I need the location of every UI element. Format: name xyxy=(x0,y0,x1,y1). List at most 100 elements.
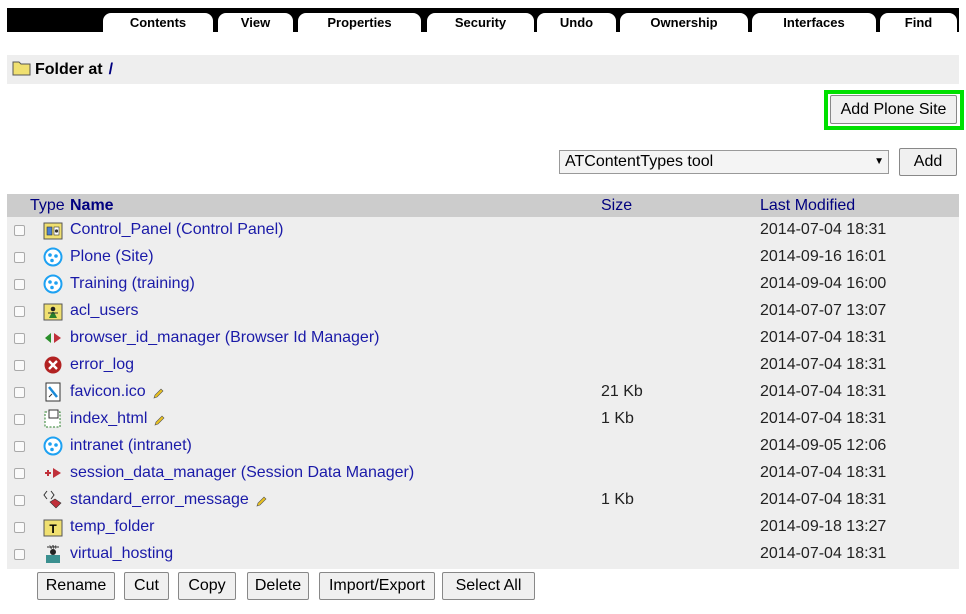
rename-button[interactable]: Rename xyxy=(37,572,115,600)
item-name-link[interactable]: index_html xyxy=(70,410,165,432)
item-name-text: favicon.ico xyxy=(70,383,146,400)
item-name-text: Training (training) xyxy=(70,275,195,292)
item-checkbox[interactable] xyxy=(14,387,25,398)
list-item: Training (training) 2014-09-04 16:00 xyxy=(7,271,959,298)
item-last-modified: 2014-09-18 13:27 xyxy=(760,518,887,535)
item-last-modified: 2014-07-04 18:31 xyxy=(760,410,887,427)
list-item: acl_users 2014-07-07 13:07 xyxy=(7,298,959,325)
item-last-modified: 2014-07-04 18:31 xyxy=(760,491,887,508)
item-name-link[interactable]: error_log xyxy=(70,356,134,374)
svg-text:VH: VH xyxy=(50,545,57,551)
list-item: favicon.ico 21 Kb 2014-07-04 18:31 xyxy=(7,379,959,406)
item-name-link[interactable]: Plone (Site) xyxy=(70,248,154,266)
plone-site-icon[interactable] xyxy=(43,274,63,294)
list-item: intranet (intranet) 2014-09-05 12:06 xyxy=(7,433,959,460)
list-item: standard_error_message 1 Kb 2014-07-04 18:… xyxy=(7,487,959,514)
item-name-link[interactable]: standard_error_message xyxy=(70,491,267,513)
plone-site-icon[interactable] xyxy=(43,247,63,267)
virtual-host-icon[interactable]: VH xyxy=(43,544,63,564)
edit-pencil-icon[interactable] xyxy=(152,387,164,405)
item-checkbox[interactable] xyxy=(14,441,25,452)
folder-path-link[interactable]: / xyxy=(109,61,113,78)
folder-label: Folder at xyxy=(35,61,103,78)
action-bar: Rename Cut Copy Delete Import/Export Select A… xyxy=(7,569,959,609)
tab-view[interactable]: View xyxy=(218,13,293,32)
item-last-modified: 2014-09-16 16:01 xyxy=(760,248,887,265)
item-checkbox[interactable] xyxy=(14,279,25,290)
list-item: Ttemp_folder 2014-09-18 13:27 xyxy=(7,514,959,541)
item-checkbox[interactable] xyxy=(14,468,25,479)
item-checkbox[interactable] xyxy=(14,495,25,506)
delete-button[interactable]: Delete xyxy=(247,572,309,600)
item-name-link[interactable]: favicon.ico xyxy=(70,383,164,405)
dtml-method-icon[interactable] xyxy=(43,490,63,510)
folder-title-bar: Folder at / xyxy=(7,55,959,84)
tab-security[interactable]: Security xyxy=(427,13,534,32)
item-last-modified: 2014-09-04 16:00 xyxy=(760,275,887,292)
page-title: Folder at / xyxy=(35,61,113,79)
item-name-text: index_html xyxy=(70,410,148,427)
item-name-link[interactable]: Training (training) xyxy=(70,275,195,293)
error-log-icon[interactable] xyxy=(43,355,63,375)
tab-undo[interactable]: Undo xyxy=(537,13,616,32)
item-last-modified: 2014-07-04 18:31 xyxy=(760,464,887,481)
item-checkbox[interactable] xyxy=(14,549,25,560)
cut-button[interactable]: Cut xyxy=(124,572,169,600)
browser-id-icon[interactable] xyxy=(43,328,63,348)
list-item: session_data_manager (Session Data Manag… xyxy=(7,460,959,487)
add-type-select[interactable]: ATContentTypes tool ▼ xyxy=(559,150,889,174)
edit-pencil-icon[interactable] xyxy=(153,414,165,432)
modified-column-header[interactable]: Last Modified xyxy=(760,197,855,215)
item-checkbox[interactable] xyxy=(14,360,25,371)
page-template-icon[interactable] xyxy=(43,409,63,429)
tab-find[interactable]: Find xyxy=(880,13,957,32)
item-name-link[interactable]: session_data_manager (Session Data Manag… xyxy=(70,464,414,482)
tab-contents[interactable]: Contents xyxy=(103,13,213,32)
import-export-button[interactable]: Import/Export xyxy=(319,572,435,600)
item-name-text: temp_folder xyxy=(70,518,155,535)
svg-text:T: T xyxy=(49,522,57,536)
folder-icon xyxy=(12,60,32,81)
type-column-header[interactable]: Type xyxy=(30,197,65,215)
item-name-link[interactable]: browser_id_manager (Browser Id Manager) xyxy=(70,329,379,347)
item-name-text: Control_Panel (Control Panel) xyxy=(70,221,284,238)
add-plone-site-button[interactable]: Add Plone Site xyxy=(830,95,957,124)
list-item: Control_Panel (Control Panel) 2014-07-04 … xyxy=(7,217,959,244)
item-name-link[interactable]: acl_users xyxy=(70,302,138,320)
item-name-text: session_data_manager (Session Data Manag… xyxy=(70,464,415,481)
object-list: Control_Panel (Control Panel) 2014-07-04 … xyxy=(7,217,959,569)
item-name-text: browser_id_manager (Browser Id Manager) xyxy=(70,329,380,346)
name-column-header[interactable]: Name xyxy=(70,197,114,215)
item-size: 1 Kb xyxy=(601,491,634,508)
tab-properties[interactable]: Properties xyxy=(298,13,421,32)
user-folder-icon[interactable] xyxy=(43,301,63,321)
item-name-link[interactable]: intranet (intranet) xyxy=(70,437,192,455)
item-name-link[interactable]: Control_Panel (Control Panel) xyxy=(70,221,283,239)
tab-ownership[interactable]: Ownership xyxy=(620,13,748,32)
copy-button[interactable]: Copy xyxy=(178,572,236,600)
size-column-header[interactable]: Size xyxy=(601,197,632,215)
item-checkbox[interactable] xyxy=(14,306,25,317)
item-last-modified: 2014-09-05 12:06 xyxy=(760,437,887,454)
select-all-button[interactable]: Select All xyxy=(442,572,535,600)
dropdown-arrow-icon: ▼ xyxy=(874,156,884,167)
item-checkbox[interactable] xyxy=(14,252,25,263)
list-item: browser_id_manager (Browser Id Manager) 2… xyxy=(7,325,959,352)
add-button[interactable]: Add xyxy=(899,148,957,176)
item-last-modified: 2014-07-04 18:31 xyxy=(760,221,887,238)
item-name-link[interactable]: virtual_hosting xyxy=(70,545,173,563)
plone-site-icon[interactable] xyxy=(43,436,63,456)
session-data-icon[interactable] xyxy=(43,463,63,483)
control-panel-icon[interactable] xyxy=(43,220,63,240)
edit-pencil-icon[interactable] xyxy=(255,495,267,513)
item-checkbox[interactable] xyxy=(14,333,25,344)
temp-folder-icon[interactable]: T xyxy=(43,517,63,537)
list-item: Plone (Site) 2014-09-16 16:01 xyxy=(7,244,959,271)
item-checkbox[interactable] xyxy=(14,225,25,236)
item-checkbox[interactable] xyxy=(14,414,25,425)
item-name-text: acl_users xyxy=(70,302,139,319)
item-name-link[interactable]: temp_folder xyxy=(70,518,155,536)
image-icon[interactable] xyxy=(43,382,63,402)
item-checkbox[interactable] xyxy=(14,522,25,533)
tab-interfaces[interactable]: Interfaces xyxy=(752,13,876,32)
